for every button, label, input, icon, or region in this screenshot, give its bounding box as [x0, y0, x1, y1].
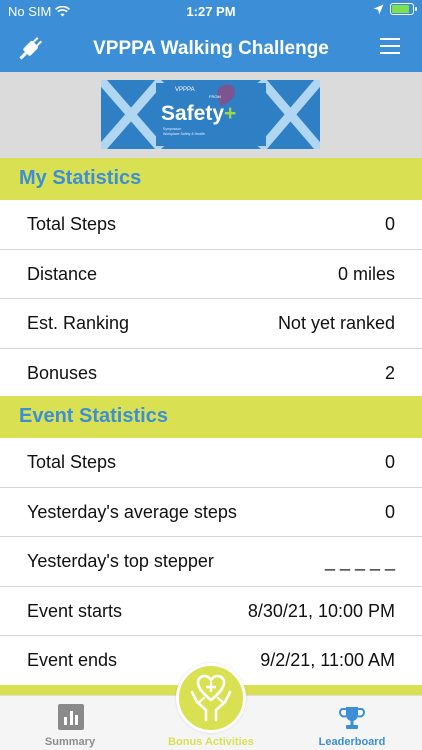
- banner-from: FROM: [209, 94, 221, 99]
- event-row-starts: Event starts 8/30/21, 10:00 PM: [0, 586, 422, 636]
- stat-value: 2: [384, 362, 395, 383]
- stat-value: 8/30/21, 10:00 PM: [247, 600, 395, 621]
- hamburger-menu-icon[interactable]: [380, 38, 400, 54]
- stat-label: Event ends: [27, 650, 118, 670]
- banner-area: VPPPA FROM Safety+ Symposium Workplace S…: [0, 72, 422, 158]
- banner-title-text: Safety: [161, 102, 225, 125]
- banner-title-plus: +: [224, 102, 237, 125]
- tab-bonus-activities-label: Bonus Activities: [168, 736, 254, 748]
- my-statistics-header: My Statistics: [0, 158, 422, 200]
- hands-heart-icon: [190, 674, 232, 722]
- event-row-total-steps: Total Steps 0: [0, 438, 422, 488]
- stat-value: 0: [384, 452, 395, 472]
- status-right: [373, 3, 417, 15]
- tab-summary-label: Summary: [44, 736, 96, 748]
- status-bar: No SIM 1:27 PM: [0, 0, 422, 24]
- event-row-yesterday-average: Yesterday's average steps 0: [0, 487, 422, 537]
- trophy-icon: [339, 707, 365, 729]
- stat-label: Est. Ranking: [27, 313, 130, 333]
- tab-summary[interactable]: Summary: [0, 696, 140, 750]
- event-statistics-header: Event Statistics: [0, 396, 422, 438]
- stat-row-bonuses[interactable]: Bonuses 2: [0, 348, 422, 398]
- bar-chart-icon: [58, 704, 84, 730]
- navigation-bar: VPPPA Walking Challenge: [0, 24, 422, 72]
- stat-label: Yesterday's average steps: [27, 501, 237, 522]
- stat-value: Not yet ranked: [277, 313, 395, 333]
- banner-title: Safety+: [161, 102, 236, 126]
- banner-org: VPPPA: [175, 87, 195, 93]
- status-time: 1:27 PM: [186, 4, 236, 19]
- stat-value: 0: [384, 214, 395, 234]
- stat-value: 0 miles: [337, 263, 395, 284]
- banner-tagline-2: Workplace Safety & Health: [163, 132, 205, 136]
- tab-leaderboard[interactable]: Leaderboard: [282, 696, 422, 750]
- my-statistics-title: My Statistics: [19, 167, 142, 189]
- event-banner[interactable]: VPPPA FROM Safety+ Symposium Workplace S…: [101, 80, 320, 149]
- location-arrow-icon: [373, 4, 384, 14]
- event-row-top-stepper: Yesterday's top stepper _ _ _ _ _: [0, 537, 422, 587]
- bonus-activities-fab[interactable]: [176, 663, 246, 733]
- stat-label: Total Steps: [27, 452, 117, 472]
- stat-value: 9/2/21, 11:00 AM: [260, 650, 395, 670]
- tab-leaderboard-label: Leaderboard: [318, 736, 386, 748]
- battery-charging-icon: [390, 3, 417, 15]
- battery-level-fill: [392, 5, 409, 13]
- stat-label: Bonuses: [27, 362, 98, 383]
- event-statistics-title: Event Statistics: [19, 405, 168, 427]
- stat-value: _ _ _ _ _: [324, 551, 395, 571]
- stat-row-est-ranking: Est. Ranking Not yet ranked: [0, 299, 422, 349]
- stat-label: Event starts: [27, 600, 123, 621]
- stat-value: 0: [384, 501, 395, 522]
- banner-tagline: Symposium Workplace Safety & Health: [163, 127, 205, 137]
- stat-label: Total Steps: [27, 214, 117, 234]
- stat-row-distance: Distance 0 miles: [0, 249, 422, 299]
- stat-row-total-steps: Total Steps 0: [0, 200, 422, 250]
- stat-label: Yesterday's top stepper: [27, 551, 214, 571]
- app-title: VPPPA Walking Challenge: [93, 38, 329, 59]
- stat-label: Distance: [27, 263, 98, 284]
